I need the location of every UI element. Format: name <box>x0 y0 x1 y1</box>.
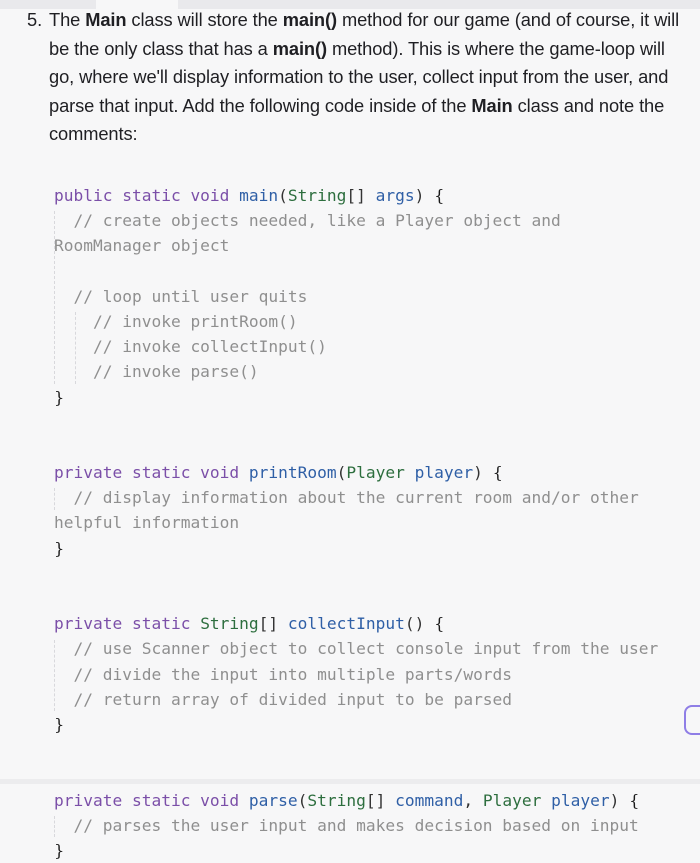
indent-guide <box>54 488 55 510</box>
instruction-step: 5. The Main class will store the main() … <box>0 6 700 149</box>
code-token: // return array of divided input to be p… <box>54 689 513 709</box>
code-token: String <box>307 790 366 810</box>
code-token: } <box>54 714 65 734</box>
code-line: } <box>54 385 694 410</box>
code-token: // divide the input into multiple parts/… <box>54 664 513 684</box>
code-line: } <box>54 838 694 863</box>
code-line: // use Scanner object to collect console… <box>54 636 694 661</box>
code-token: } <box>54 538 65 558</box>
indent-guide <box>75 312 76 384</box>
code-token: private static <box>54 614 201 634</box>
code-token: player <box>414 463 474 483</box>
code-token: [] <box>346 186 376 205</box>
instruction-bold-term: Main <box>85 9 127 30</box>
code-line: } <box>54 536 694 561</box>
code-block: public static void main(String[] args) {… <box>54 183 694 863</box>
code-token: Player <box>346 463 405 483</box>
code-token: args <box>375 186 415 205</box>
code-line: // invoke parse() <box>54 359 694 384</box>
code-token: player <box>551 790 610 810</box>
code-token: { <box>434 614 445 634</box>
code-token: private static void <box>54 790 249 810</box>
instruction-paragraph: 5. The Main class will store the main() … <box>0 6 700 149</box>
code-line: private static String[] collectInput() { <box>54 611 694 636</box>
code-token: printRoom <box>248 463 337 483</box>
code-line: helpful information <box>54 510 694 535</box>
code-line: private static void parse(String[] comma… <box>54 788 694 813</box>
code-token: ) <box>609 790 630 810</box>
code-line: // parses the user input and makes decis… <box>54 813 694 838</box>
code-line: public static void main(String[] args) { <box>54 183 694 208</box>
code-token: } <box>54 840 65 860</box>
code-token: [] <box>258 614 288 634</box>
code-token: { <box>492 463 503 483</box>
code-token: Player <box>482 790 542 810</box>
step-number: 5. <box>27 9 43 30</box>
indent-guide <box>54 211 55 384</box>
code-token: // display information about the current… <box>54 488 639 508</box>
code-token: } <box>54 387 65 407</box>
code-token: // invoke parse() <box>54 362 259 382</box>
code-token: ( <box>336 463 347 483</box>
instruction-bold-term: main() <box>282 9 337 30</box>
code-token: // invoke collectInput() <box>54 337 327 357</box>
code-line: // return array of divided input to be p… <box>54 687 694 712</box>
code-token: { <box>434 186 445 205</box>
code-token: ( <box>278 186 288 205</box>
code-token: // invoke printRoom() <box>54 311 298 331</box>
code-token: ) <box>414 186 435 205</box>
code-line: // loop until user quits <box>54 284 694 309</box>
bottom-divider <box>0 779 700 784</box>
code-token: // create objects needed, like a Player … <box>54 211 561 231</box>
instruction-bold-term: main() <box>272 37 327 59</box>
code-token: public static void <box>54 186 240 205</box>
code-token: ( <box>297 790 308 810</box>
code-token: private static void <box>54 463 249 483</box>
code-line: RoomManager object <box>54 233 694 258</box>
code-token: // use Scanner object to collect console… <box>54 639 659 659</box>
code-line: // invoke printRoom() <box>54 309 694 334</box>
code-token: parse <box>248 790 298 810</box>
code-token: collectInput <box>287 614 405 634</box>
instruction-bold-term: Main <box>471 94 513 116</box>
code-token: { <box>629 790 640 810</box>
code-token: String <box>287 186 347 205</box>
code-token: helpful information <box>54 513 240 533</box>
code-line: // create objects needed, like a Player … <box>54 208 694 233</box>
code-token: command <box>395 790 464 810</box>
code-line: private static void printRoom(Player pla… <box>54 460 694 485</box>
code-token: , <box>463 790 483 810</box>
side-panel-toggle[interactable] <box>684 705 700 735</box>
instruction-text-segment: The <box>49 9 86 30</box>
code-line: } <box>54 712 694 737</box>
code-line: // divide the input into multiple parts/… <box>54 662 694 687</box>
code-token: // parses the user input and makes decis… <box>54 815 639 835</box>
code-token: main <box>239 186 279 205</box>
code-token: ) <box>473 463 493 483</box>
code-token: // loop until user quits <box>54 286 308 306</box>
code-line: // display information about the current… <box>54 485 694 510</box>
code-line: // invoke collectInput() <box>54 334 694 359</box>
code-token: RoomManager object <box>54 236 230 256</box>
indent-guide <box>54 816 55 838</box>
indent-guide <box>54 639 55 712</box>
code-token: String <box>200 614 259 634</box>
code-token: () <box>404 614 435 634</box>
instruction-text-segment: class will store the <box>126 9 283 30</box>
instruction-text: The Main class will store the main() met… <box>49 9 679 144</box>
code-token: [] <box>365 790 396 810</box>
